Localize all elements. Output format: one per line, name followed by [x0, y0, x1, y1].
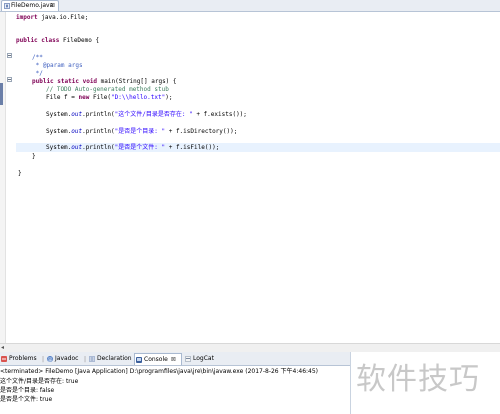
tab-separator: |: [84, 356, 87, 363]
tab-declaration-label: Declaration: [97, 355, 132, 362]
watermark-text: 软件技巧: [356, 362, 480, 397]
fold-collapse-icon[interactable]: [7, 77, 12, 82]
code-line-10: File f = new File("D:\\hello.txt");: [46, 94, 173, 101]
tab-separator: |: [42, 356, 45, 363]
close-icon[interactable]: ⊠: [171, 356, 176, 363]
scroll-left-icon[interactable]: ◂: [1, 344, 4, 352]
console-output-line: 这个文件/目录是否存在: true: [0, 378, 79, 385]
tab-logcat-label: LogCat: [193, 355, 214, 362]
javadoc-icon: @: [47, 356, 53, 362]
tab-logcat[interactable]: LogCat: [184, 353, 224, 365]
tab-javadoc-label: Javadoc: [55, 355, 79, 362]
left-ruler: [0, 12, 6, 343]
code-line-12: System.out.println("这个文件/目录是否存在: " + f.e…: [46, 111, 247, 118]
tab-console-label: Console: [144, 356, 168, 363]
code-line-14: System.out.println("是否是个目录: " + f.isDire…: [46, 128, 238, 135]
ruler-selection-marker: [0, 83, 3, 105]
code-line-17: }: [32, 153, 36, 160]
tab-problems[interactable]: Problems: [0, 353, 42, 365]
close-icon[interactable]: ⊠: [50, 1, 55, 11]
logcat-icon: [185, 356, 191, 362]
tab-filedemo-java[interactable]: FileDemo.java ⊠: [1, 0, 59, 11]
java-file-icon: [4, 3, 10, 9]
code-line-19: }: [18, 170, 22, 177]
editor-tab-bar: FileDemo.java ⊠: [0, 0, 500, 12]
tab-console[interactable]: Console ⊠: [134, 353, 182, 365]
tab-label: FileDemo.java: [11, 2, 54, 9]
console-output-line: 是否是个文件: true: [0, 396, 53, 403]
console-output-line: 是否是个目录: false: [0, 387, 55, 394]
console-icon: [136, 357, 142, 363]
console-panel: Problems | @ Javadoc | Declaration Conso…: [0, 352, 351, 414]
tab-javadoc[interactable]: @ Javadoc: [46, 353, 84, 365]
tab-declaration[interactable]: Declaration: [88, 353, 134, 365]
horizontal-scrollbar[interactable]: ◂: [0, 343, 500, 352]
code-line-16-current: System.out.println("是否是个文件: " + f.isFile…: [16, 143, 500, 152]
fold-collapse-icon[interactable]: [7, 53, 12, 58]
code-editor[interactable]: import java.io.File; public class FileDe…: [0, 12, 500, 343]
declaration-icon: [89, 356, 95, 362]
svg-text:@: @: [48, 357, 53, 362]
problems-icon: [1, 356, 7, 362]
code-line-1: import java.io.File;: [16, 14, 89, 21]
code-line-3: public class FileDemo {: [16, 37, 100, 44]
tab-problems-label: Problems: [9, 355, 37, 362]
console-terminated-line: <terminated> FileDemo [Java Application]…: [0, 368, 319, 375]
panel-tab-bar: Problems | @ Javadoc | Declaration Conso…: [0, 352, 350, 366]
